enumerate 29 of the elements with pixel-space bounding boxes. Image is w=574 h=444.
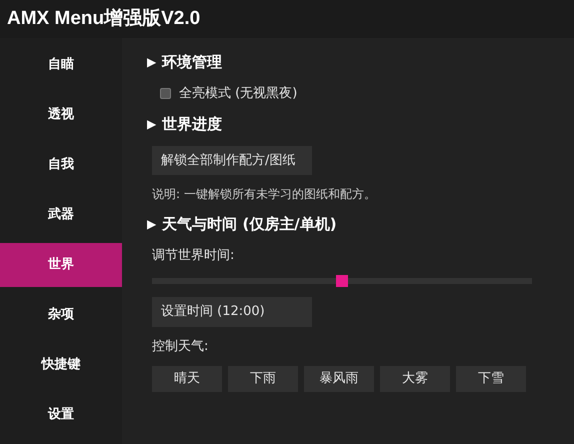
action-button[interactable]: 设置时间 (12:00) (152, 297, 312, 326)
weather-button[interactable]: 下雪 (456, 366, 526, 392)
expand-marker[interactable]: ▶ (147, 115, 156, 134)
sidebar-item[interactable]: 快捷键 (0, 343, 122, 387)
section-header[interactable]: 天气与时间 (仅房主/单机) (162, 213, 337, 236)
description-text: 说明: 一键解锁所有未学习的图纸和配方。 (152, 186, 377, 203)
sidebar-item[interactable]: 杂项 (0, 293, 122, 337)
sidebar-item[interactable]: 武器 (0, 193, 122, 237)
slider-thumb[interactable] (336, 275, 348, 287)
weather-button[interactable]: 大雾 (380, 366, 450, 392)
section-header[interactable]: 世界进度 (162, 113, 222, 136)
weather-button[interactable]: 晴天 (152, 366, 222, 392)
sidebar-item[interactable]: 自我 (0, 143, 122, 187)
checkbox[interactable] (160, 88, 171, 99)
sidebar-item[interactable]: 设置 (0, 393, 122, 437)
section-header[interactable]: 环境管理 (162, 51, 222, 74)
expand-marker[interactable]: ▶ (147, 215, 156, 234)
expand-marker[interactable]: ▶ (147, 53, 156, 72)
checkbox-label: 全亮模式 (无视黑夜) (179, 84, 298, 102)
sidebar-item[interactable]: 世界 (0, 243, 122, 287)
time-slider[interactable] (152, 275, 532, 287)
field-label: 调节世界时间: (152, 246, 236, 264)
weather-button[interactable]: 下雨 (228, 366, 298, 392)
action-button[interactable]: 解锁全部制作配方/图纸 (152, 146, 312, 175)
weather-button[interactable]: 暴风雨 (304, 366, 374, 392)
sidebar-item[interactable]: 透视 (0, 93, 122, 137)
sidebar-item[interactable]: 自瞄 (0, 43, 122, 87)
field-label: 控制天气: (152, 338, 210, 356)
window-title: AMX Menu增强版V2.0 (7, 6, 200, 31)
